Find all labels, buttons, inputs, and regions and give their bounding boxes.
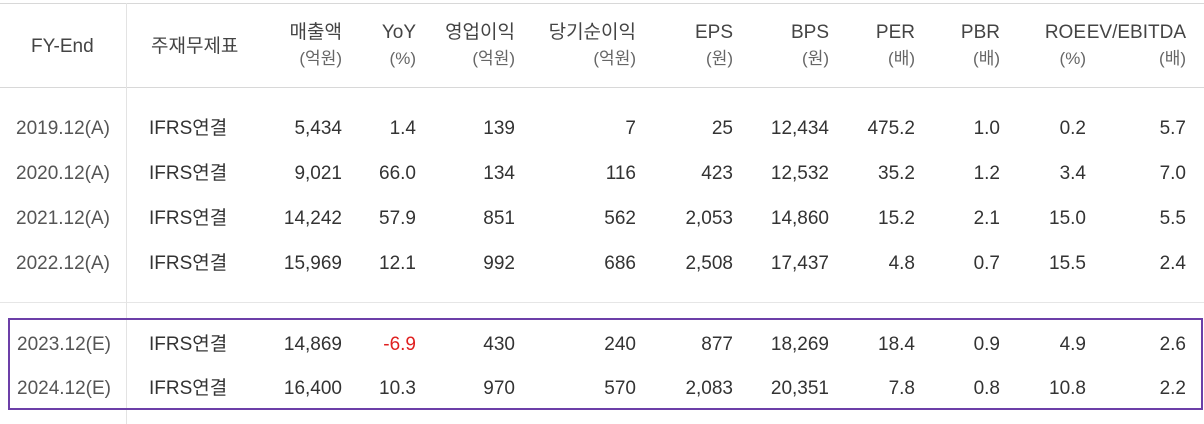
cell-pbr: 0.9	[973, 334, 1000, 355]
cell-net-income: 240	[604, 334, 636, 355]
cell-per: 18.4	[878, 334, 915, 355]
cell-sales: 14,869	[283, 334, 342, 355]
cell-sales: 15,969	[283, 253, 342, 274]
cell-bps: 12,434	[770, 118, 829, 139]
cell-net-income: 686	[604, 253, 636, 274]
cell-fy: 2024.12(E)	[17, 378, 112, 399]
header-sales: 매출액 (억원)	[289, 22, 342, 68]
cell-pbr: 2.1	[973, 208, 1000, 229]
cell-eps: 2,508	[685, 253, 733, 274]
cell-yoy: 57.9	[379, 208, 416, 229]
cell-ev-ebitda: 2.4	[1159, 253, 1186, 274]
cell-ev-ebitda: 5.7	[1159, 118, 1186, 139]
table-row: 2022.12(A) IFRS연결 15,969 12.1 992 686 2,…	[0, 248, 1204, 280]
cell-net-income: 570	[604, 378, 636, 399]
table-top-border	[0, 3, 1204, 4]
cell-fy: 2023.12(E)	[17, 334, 112, 355]
header-per: PER (배)	[875, 22, 915, 68]
header-yoy: YoY (%)	[381, 22, 416, 68]
cell-pbr: 0.7	[973, 253, 1000, 274]
cell-ev-ebitda: 2.2	[1159, 378, 1186, 399]
cell-yoy: 12.1	[379, 253, 416, 274]
cell-per: 475.2	[867, 118, 915, 139]
cell-eps: 2,083	[685, 378, 733, 399]
forecast-separator	[0, 302, 1204, 303]
header-operating-profit: 영업이익 (억원)	[445, 22, 515, 68]
cell-yoy: 66.0	[379, 163, 416, 184]
cell-operating-profit: 134	[483, 163, 515, 184]
header-fy-end: FY-End	[31, 36, 94, 57]
cell-type: IFRS연결	[149, 118, 228, 139]
cell-net-income: 7	[625, 118, 636, 139]
cell-bps: 17,437	[770, 253, 829, 274]
cell-sales: 9,021	[294, 163, 342, 184]
cell-pbr: 1.2	[973, 163, 1000, 184]
cell-yoy: 10.3	[379, 378, 416, 399]
cell-type: IFRS연결	[149, 253, 228, 274]
cell-bps: 18,269	[770, 334, 829, 355]
cell-per: 7.8	[888, 378, 915, 399]
cell-fy: 2022.12(A)	[16, 253, 111, 274]
cell-type: IFRS연결	[149, 163, 228, 184]
cell-bps: 12,532	[770, 163, 829, 184]
cell-ev-ebitda: 7.0	[1159, 163, 1186, 184]
cell-sales: 14,242	[283, 208, 342, 229]
cell-operating-profit: 970	[483, 378, 515, 399]
cell-roe: 4.9	[1059, 334, 1086, 355]
cell-operating-profit: 851	[483, 208, 515, 229]
cell-per: 35.2	[878, 163, 915, 184]
table-row: 2019.12(A) IFRS연결 5,434 1.4 139 7 25 12,…	[0, 113, 1204, 145]
cell-ev-ebitda: 2.6	[1159, 334, 1186, 355]
cell-yoy-negative: -6.9	[383, 334, 416, 355]
cell-net-income: 562	[604, 208, 636, 229]
header-statement-type: 주재무제표	[151, 36, 239, 57]
cell-per: 15.2	[878, 208, 915, 229]
cell-fy: 2019.12(A)	[16, 118, 111, 139]
cell-fy: 2021.12(A)	[16, 208, 111, 229]
cell-operating-profit: 139	[483, 118, 515, 139]
header-net-income: 당기순이익 (억원)	[548, 22, 636, 68]
header-ev-ebitda: EV/EBITDA (배)	[1086, 22, 1186, 68]
cell-roe: 0.2	[1059, 118, 1086, 139]
cell-bps: 20,351	[770, 378, 829, 399]
cell-roe: 15.0	[1049, 208, 1086, 229]
cell-roe: 15.5	[1049, 253, 1086, 274]
cell-sales: 5,434	[294, 118, 342, 139]
cell-eps: 2,053	[685, 208, 733, 229]
table-row: 2024.12(E) IFRS연결 16,400 10.3 970 570 2,…	[0, 373, 1204, 405]
cell-roe: 10.8	[1049, 378, 1086, 399]
header-bps: BPS (원)	[790, 22, 829, 68]
table-row: 2021.12(A) IFRS연결 14,242 57.9 851 562 2,…	[0, 203, 1204, 235]
table-row: 2023.12(E) IFRS연결 14,869 -6.9 430 240 87…	[0, 329, 1204, 361]
header-pbr: PBR (배)	[960, 22, 1000, 68]
cell-eps: 25	[711, 118, 733, 139]
cell-sales: 16,400	[283, 378, 342, 399]
cell-fy: 2020.12(A)	[16, 163, 111, 184]
header-eps: EPS (원)	[694, 22, 733, 68]
cell-pbr: 0.8	[973, 378, 1000, 399]
cell-eps: 423	[701, 163, 733, 184]
cell-type: IFRS연결	[149, 378, 228, 399]
cell-eps: 877	[701, 334, 733, 355]
cell-yoy: 1.4	[389, 118, 416, 139]
cell-roe: 3.4	[1059, 163, 1086, 184]
cell-ev-ebitda: 5.5	[1159, 208, 1186, 229]
cell-net-income: 116	[605, 163, 636, 184]
cell-operating-profit: 430	[483, 334, 515, 355]
cell-pbr: 1.0	[973, 118, 1000, 139]
header-bottom-border	[0, 87, 1204, 88]
cell-type: IFRS연결	[149, 208, 228, 229]
cell-operating-profit: 992	[483, 253, 515, 274]
cell-type: IFRS연결	[149, 334, 228, 355]
header-roe: ROE (%)	[1044, 22, 1086, 68]
cell-bps: 14,860	[770, 208, 829, 229]
table-row: 2020.12(A) IFRS연결 9,021 66.0 134 116 423…	[0, 158, 1204, 190]
cell-per: 4.8	[888, 253, 915, 274]
